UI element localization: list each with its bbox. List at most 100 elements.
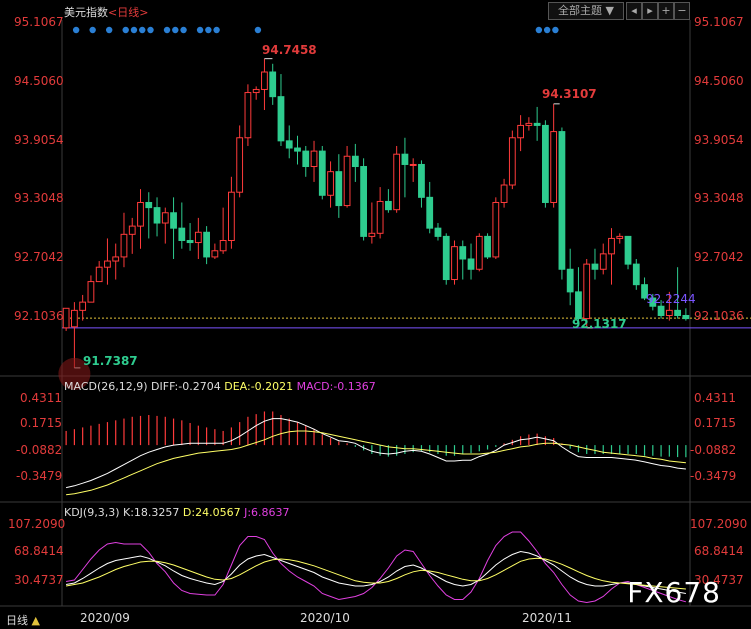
price-axis-left-5: 92.1036 (14, 309, 64, 323)
kdj-k-value: K:18.3257 (123, 506, 180, 519)
candle-body (285, 140, 293, 149)
candle-body (616, 235, 624, 239)
candle-body (120, 233, 128, 258)
kdj-axis-right-0: 107.2090 (690, 517, 748, 531)
candle-body (310, 150, 318, 168)
signal-dot (180, 26, 187, 34)
kdj-axis-left-1: 68.8414 (14, 544, 64, 558)
candle-body (269, 71, 277, 98)
signal-dot (213, 26, 220, 34)
candle-body (451, 246, 458, 281)
macd-axis-right-1: 0.1715 (694, 416, 736, 430)
candle-body (244, 92, 252, 139)
candle-body (62, 307, 70, 329)
chart-svg (0, 20, 751, 607)
macd-axis-left-3: -0.3479 (16, 469, 63, 483)
candle-body (343, 155, 351, 207)
candle-body (236, 137, 244, 193)
zoom-out-button[interactable]: − (674, 2, 690, 20)
candle-body (186, 239, 194, 244)
candle-body (550, 131, 558, 203)
current-price-label: 92.2244 (646, 292, 696, 306)
macd-macd-value: MACD:-0.1367 (296, 380, 376, 393)
candle-body (360, 166, 367, 237)
candle-body (137, 201, 144, 227)
signal-dot (105, 26, 113, 34)
candle-body (500, 184, 508, 203)
candle-body (79, 301, 87, 311)
candle-body (467, 258, 475, 270)
candle-body (517, 124, 524, 139)
macd-axis-right-0: 0.4311 (694, 391, 736, 405)
candle-body (277, 96, 285, 142)
candle-body (525, 122, 533, 126)
next-button[interactable]: ▸ (642, 2, 658, 20)
chart-title: 美元指数 (64, 6, 108, 19)
macd-axis-right-2: -0.0882 (690, 443, 737, 457)
candle-body (228, 191, 235, 241)
candle-body (624, 235, 632, 265)
candle-body (71, 309, 78, 328)
candle-body (508, 137, 516, 186)
kdj-j-value: J:6.8637 (244, 506, 290, 519)
chart-period: <日线> (108, 6, 149, 19)
candle-body (219, 239, 227, 252)
candle-body (484, 235, 491, 258)
candle-body (442, 235, 450, 281)
candle-body (665, 309, 673, 316)
signal-dot (535, 26, 543, 34)
candle-body (682, 314, 690, 320)
price-axis-left-2: 93.9054 (14, 133, 64, 147)
candle-body (599, 253, 607, 270)
date-label-1: 2020/10 (300, 611, 350, 625)
candle-body (335, 171, 343, 207)
price-axis-right-3: 93.3048 (694, 191, 744, 205)
high-annotation: 94.7458 (262, 43, 317, 57)
signal-dot (89, 26, 96, 34)
chevron-down-icon: ▼ (605, 4, 614, 17)
header-title-group: 美元指数<日线> (64, 4, 148, 20)
candle-body (393, 153, 401, 211)
zoom-in-button[interactable]: + (658, 2, 674, 20)
kdj-axis-right-1: 68.8414 (694, 544, 744, 558)
candle-body (542, 124, 549, 203)
macd-dea-line (66, 430, 686, 496)
candle-body (194, 231, 202, 244)
macd-axis-right-3: -0.3479 (690, 469, 737, 483)
price-axis-right-2: 93.9054 (694, 133, 744, 147)
candle-body (203, 231, 210, 258)
price-axis-right-4: 92.7042 (694, 250, 744, 264)
candle-body (632, 263, 640, 286)
candle-body (153, 207, 161, 224)
chart-root: { "header": { "title": "美元指数", "period":… (0, 0, 751, 629)
date-label-0: 2020/09 (80, 611, 130, 625)
candle-body (674, 309, 681, 316)
candle-body (575, 291, 582, 320)
signal-dot (130, 26, 138, 34)
candle-body (170, 212, 177, 229)
candle-body (434, 227, 442, 237)
signal-dot (139, 26, 146, 34)
macd-axis-left-0: 0.4311 (20, 391, 62, 405)
signal-dot (196, 26, 204, 34)
candle-body (418, 163, 425, 198)
candle-body (409, 163, 417, 166)
period-selector[interactable]: 日线 ▲ (6, 612, 40, 628)
macd-axis-left-2: -0.0882 (16, 443, 63, 457)
signal-dot (72, 26, 80, 34)
kdj-d-value: D:24.0567 (182, 506, 241, 519)
signal-dot (543, 26, 551, 34)
candle-body (104, 260, 111, 268)
price-axis-right-1: 94.5060 (694, 74, 744, 88)
low2-annotation: 92.1317 (572, 317, 627, 331)
theme-select[interactable]: 全部主题 ▼ (548, 2, 624, 20)
candle-body (211, 250, 219, 258)
candle-body (261, 71, 268, 90)
candle-body (376, 200, 384, 234)
kdj-title: KDJ(9,3,3) (64, 506, 120, 519)
price-axis-right-5: 92.1036 (694, 309, 744, 323)
kdj-axis-left-2: 30.4737 (14, 573, 64, 587)
prev-button[interactable]: ◂ (626, 2, 642, 20)
period-selector-label: 日线 (6, 614, 28, 627)
watermark: FX678 (627, 576, 721, 609)
